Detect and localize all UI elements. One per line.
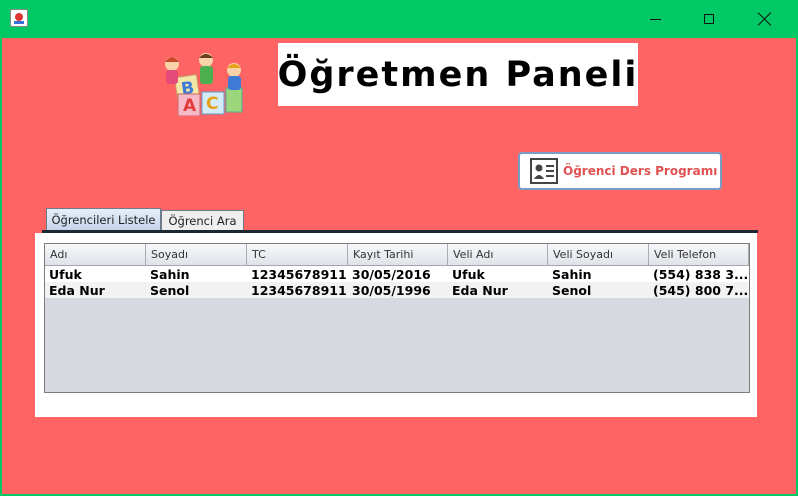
title-bar[interactable] (0, 0, 798, 38)
tab-ogrencileri-listele[interactable]: Öğrencileri Listele (46, 208, 161, 230)
app-window: B A C Öğretmen Paneli Öğrenci Ders Progr… (0, 0, 798, 496)
cell-kayit-tarihi: 30/05/2016 (352, 266, 431, 282)
cell-veli-telefon: (545) 800 7... (653, 282, 749, 298)
column-header-tc[interactable]: TC (247, 244, 348, 265)
column-header-kayit-tarihi[interactable]: Kayıt Tarihi (348, 244, 448, 265)
cell-adi: Ufuk (49, 266, 82, 282)
close-icon (758, 12, 772, 26)
table-row[interactable]: Ufuk Sahin 12345678911 30/05/2016 Ufuk S… (45, 266, 749, 282)
column-header-soyadi[interactable]: Soyadı (146, 244, 247, 265)
cell-kayit-tarihi: 30/05/1996 (352, 282, 431, 298)
close-button[interactable] (742, 0, 788, 38)
students-table[interactable]: Adı Soyadı TC Kayıt Tarihi Veli Adı Veli… (44, 243, 750, 393)
tab-ogrenci-ara[interactable]: Öğrenci Ara (161, 210, 244, 230)
cell-veli-adi: Ufuk (452, 266, 485, 282)
column-header-veli-telefon[interactable]: Veli Telefon (649, 244, 749, 265)
cell-veli-soyadi: Sahin (552, 266, 592, 282)
abc-blocks-kids-logo: B A C (165, 53, 243, 116)
column-header-adi[interactable]: Adı (45, 244, 146, 265)
minimize-button[interactable] (632, 0, 678, 38)
column-header-veli-soyadi[interactable]: Veli Soyadı (548, 244, 649, 265)
svg-text:C: C (206, 94, 218, 114)
main-content: B A C Öğretmen Paneli Öğrenci Ders Progr… (2, 38, 796, 494)
page-title-box: Öğretmen Paneli (278, 43, 638, 106)
table-header: Adı Soyadı TC Kayıt Tarihi Veli Adı Veli… (45, 244, 749, 266)
maximize-button[interactable] (686, 0, 732, 38)
minimize-icon (649, 18, 661, 20)
id-card-icon (530, 158, 558, 184)
page-title: Öğretmen Paneli (277, 54, 639, 95)
svg-text:A: A (183, 96, 197, 116)
cell-soyadi: Senol (150, 282, 190, 298)
cell-veli-adi: Eda Nur (452, 282, 508, 298)
table-row[interactable]: Eda Nur Senol 12345678911 30/05/1996 Eda… (45, 282, 749, 298)
cell-veli-soyadi: Senol (552, 282, 592, 298)
maximize-icon (704, 14, 714, 24)
cell-tc: 12345678911 (251, 266, 347, 282)
ders-programi-button[interactable]: Öğrenci Ders Programı (518, 152, 722, 190)
cell-veli-telefon: (554) 838 3... (653, 266, 749, 282)
cell-tc: 12345678911 (251, 282, 347, 298)
java-cup-icon[interactable] (10, 9, 28, 27)
ders-programi-label: Öğrenci Ders Programı (563, 164, 718, 178)
cell-adi: Eda Nur (49, 282, 105, 298)
column-header-veli-adi[interactable]: Veli Adı (448, 244, 548, 265)
cell-soyadi: Sahin (150, 266, 190, 282)
